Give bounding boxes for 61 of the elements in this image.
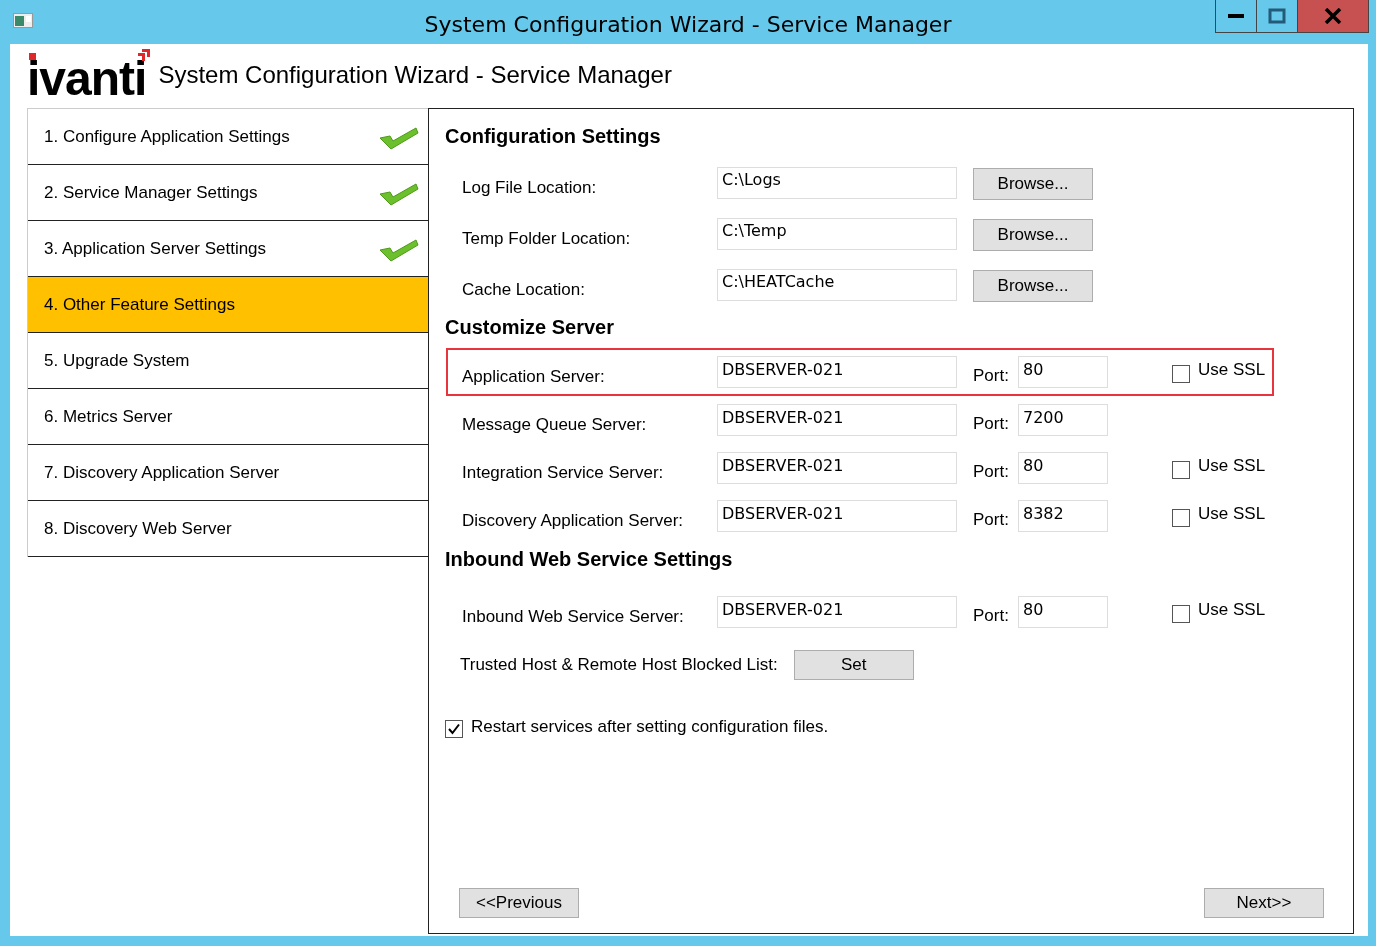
ssl-label: Use SSL: [1198, 600, 1266, 620]
server-field[interactable]: DBSERVER-021: [717, 452, 957, 484]
close-button[interactable]: [1298, 0, 1368, 32]
next-button[interactable]: Next>>: [1204, 888, 1324, 918]
path-field[interactable]: C:\Temp: [717, 217, 957, 250]
port-field[interactable]: 80: [1018, 452, 1108, 484]
wizard-step[interactable]: 2. Service Manager Settings: [28, 165, 428, 221]
server-field[interactable]: DBSERVER-021: [717, 356, 957, 388]
checkbox[interactable]: [1172, 365, 1190, 383]
wizard-step[interactable]: 5. Upgrade System: [28, 333, 428, 389]
wizard-step[interactable]: 1. Configure Application Settings: [28, 109, 428, 165]
field-label: Temp Folder Location:: [462, 227, 632, 249]
checkbox-label: Restart services after setting configuration files.: [471, 717, 829, 737]
logo: ivanti: [27, 49, 147, 103]
field-label: Log File Location:: [462, 176, 598, 198]
ssl-label: Use SSL: [1198, 456, 1266, 476]
field-label: Integration Service Server:: [462, 462, 665, 483]
field-label: Trusted Host & Remote Host Blocked List:: [460, 655, 778, 675]
field-label: Discovery Application Server:: [462, 510, 685, 531]
ssl-label: Use SSL: [1198, 360, 1266, 380]
previous-button[interactable]: <<Previous: [459, 888, 579, 918]
wizard-step[interactable]: 4. Other Feature Settings: [28, 277, 428, 333]
port-label: Port:: [973, 509, 1010, 530]
field-label: Cache Location:: [462, 278, 586, 300]
maximize-icon: [1268, 8, 1286, 24]
section-heading: Customize Server: [444, 315, 615, 340]
wizard-step[interactable]: 8. Discovery Web Server: [28, 501, 428, 557]
checkbox[interactable]: [1172, 509, 1190, 527]
field-label: Inbound Web Service Server:: [462, 606, 685, 627]
port-field[interactable]: 7200: [1018, 404, 1108, 436]
window-title: System Configuration Wizard - Service Manager: [424, 10, 952, 37]
window-icon: [13, 13, 33, 28]
close-icon: [1324, 8, 1342, 24]
checkbox[interactable]: [445, 720, 463, 738]
port-field[interactable]: 80: [1018, 356, 1108, 388]
port-label: Port:: [973, 605, 1010, 626]
server-field[interactable]: DBSERVER-021: [717, 404, 957, 436]
port-label: Port:: [973, 461, 1010, 482]
ssl-label: Use SSL: [1198, 504, 1266, 524]
path-field[interactable]: C:\HEATCache: [717, 268, 957, 301]
section-heading: Inbound Web Service Settings: [444, 547, 734, 572]
set-button[interactable]: Set: [793, 650, 914, 680]
minimize-icon: [1228, 14, 1244, 18]
checkbox[interactable]: [1172, 605, 1190, 623]
port-label: Port:: [973, 365, 1010, 386]
checkbox[interactable]: [1172, 461, 1190, 479]
port-field[interactable]: 80: [1018, 596, 1108, 628]
section-heading: Configuration Settings: [444, 124, 662, 149]
field-label: Message Queue Server:: [462, 414, 648, 435]
path-field[interactable]: C:\Logs: [717, 166, 957, 199]
app-title: System Configuration Wizard - Service Manager: [158, 61, 672, 90]
port-field[interactable]: 8382: [1018, 500, 1108, 532]
port-label: Port:: [973, 413, 1010, 434]
server-field[interactable]: DBSERVER-021: [717, 596, 957, 628]
browse-button[interactable]: Browse...: [973, 219, 1093, 251]
browse-button[interactable]: Browse...: [973, 168, 1093, 200]
wizard-step[interactable]: 6. Metrics Server: [28, 389, 428, 445]
browse-button[interactable]: Browse...: [973, 270, 1093, 302]
wizard-step[interactable]: 7. Discovery Application Server: [28, 445, 428, 501]
field-label: Application Server:: [462, 366, 606, 387]
server-field[interactable]: DBSERVER-021: [717, 500, 957, 532]
